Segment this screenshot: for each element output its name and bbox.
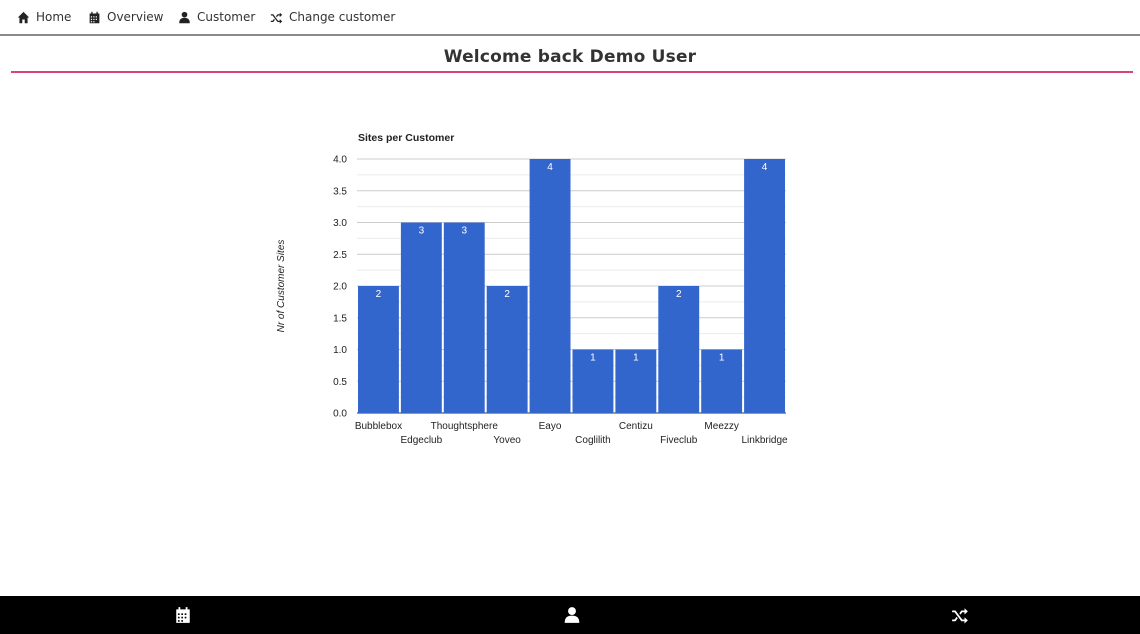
chart-data-label: 2: [676, 289, 682, 300]
chart-data-label: 3: [419, 226, 425, 237]
chart-y-tick-label: 3.0: [333, 218, 347, 229]
sites-per-customer-chart: Sites per Customer Nr of Customer Sites …: [276, 132, 788, 446]
chart-y-tick-label: 3.5: [333, 186, 347, 197]
chart-y-axis-label: Nr of Customer Sites: [276, 240, 287, 333]
chart-data-label: 4: [762, 162, 768, 173]
chart-x-tick-label: Yoveo: [493, 435, 521, 446]
chart-data-label: 3: [461, 226, 467, 237]
chart-y-tick-label: 0.5: [333, 377, 347, 388]
bottom-overview-button[interactable]: [174, 606, 192, 624]
chart-bar[interactable]: [744, 159, 785, 413]
chart-data-label: 2: [504, 289, 510, 300]
chart-y-tick-label: 4.0: [333, 155, 347, 166]
chart-x-tick-label: Edgeclub: [400, 435, 442, 446]
bottom-navigation-bar: [0, 596, 1140, 634]
chart-x-tick-label: Eayo: [539, 421, 562, 432]
chart-bar[interactable]: [486, 286, 528, 413]
chart-x-tick-label: Thoughtsphere: [431, 421, 499, 432]
chart-y-tick-label: 2.5: [333, 250, 347, 261]
chart-bar[interactable]: [529, 159, 571, 413]
chart-data-label: 1: [590, 353, 596, 364]
calendar-icon: [176, 607, 190, 623]
chart-bar[interactable]: [658, 286, 700, 413]
chart-y-tick-label: 1.5: [333, 313, 347, 324]
chart-x-tick-label: Bubblebox: [355, 421, 402, 432]
bottom-change-customer-button[interactable]: [951, 606, 969, 624]
chart-y-tick-label: 0.0: [333, 409, 347, 420]
chart-x-tick-label: Linkbridge: [741, 435, 788, 446]
user-icon: [564, 607, 580, 623]
chart-y-tick-label: 1.0: [333, 345, 347, 356]
chart-y-ticks: 0.0 0.5 1.0 1.5 2.0 2.5 3.0 3.5 4.0: [333, 155, 347, 420]
chart-data-label: 4: [547, 162, 553, 173]
chart-x-tick-label: Meezzy: [704, 421, 738, 432]
shuffle-icon: [952, 608, 968, 624]
chart-y-tick-label: 2.0: [333, 282, 347, 293]
chart-bar[interactable]: [358, 286, 399, 413]
chart-data-label: 1: [633, 353, 639, 364]
chart-data-label: 2: [376, 289, 382, 300]
bottom-customer-button[interactable]: [563, 606, 581, 624]
chart-x-tick-label: Fiveclub: [660, 435, 698, 446]
chart-x-labels: Bubblebox Edgeclub Thoughtsphere Yoveo Eayo C…: [355, 421, 788, 446]
chart-data-label: 1: [719, 353, 725, 364]
chart-bar[interactable]: [400, 222, 442, 414]
chart-x-tick-label: Centizu: [619, 421, 653, 432]
chart-bar[interactable]: [443, 222, 485, 414]
chart-x-tick-label: Coglilith: [575, 435, 611, 446]
chart-title: Sites per Customer: [358, 132, 454, 144]
